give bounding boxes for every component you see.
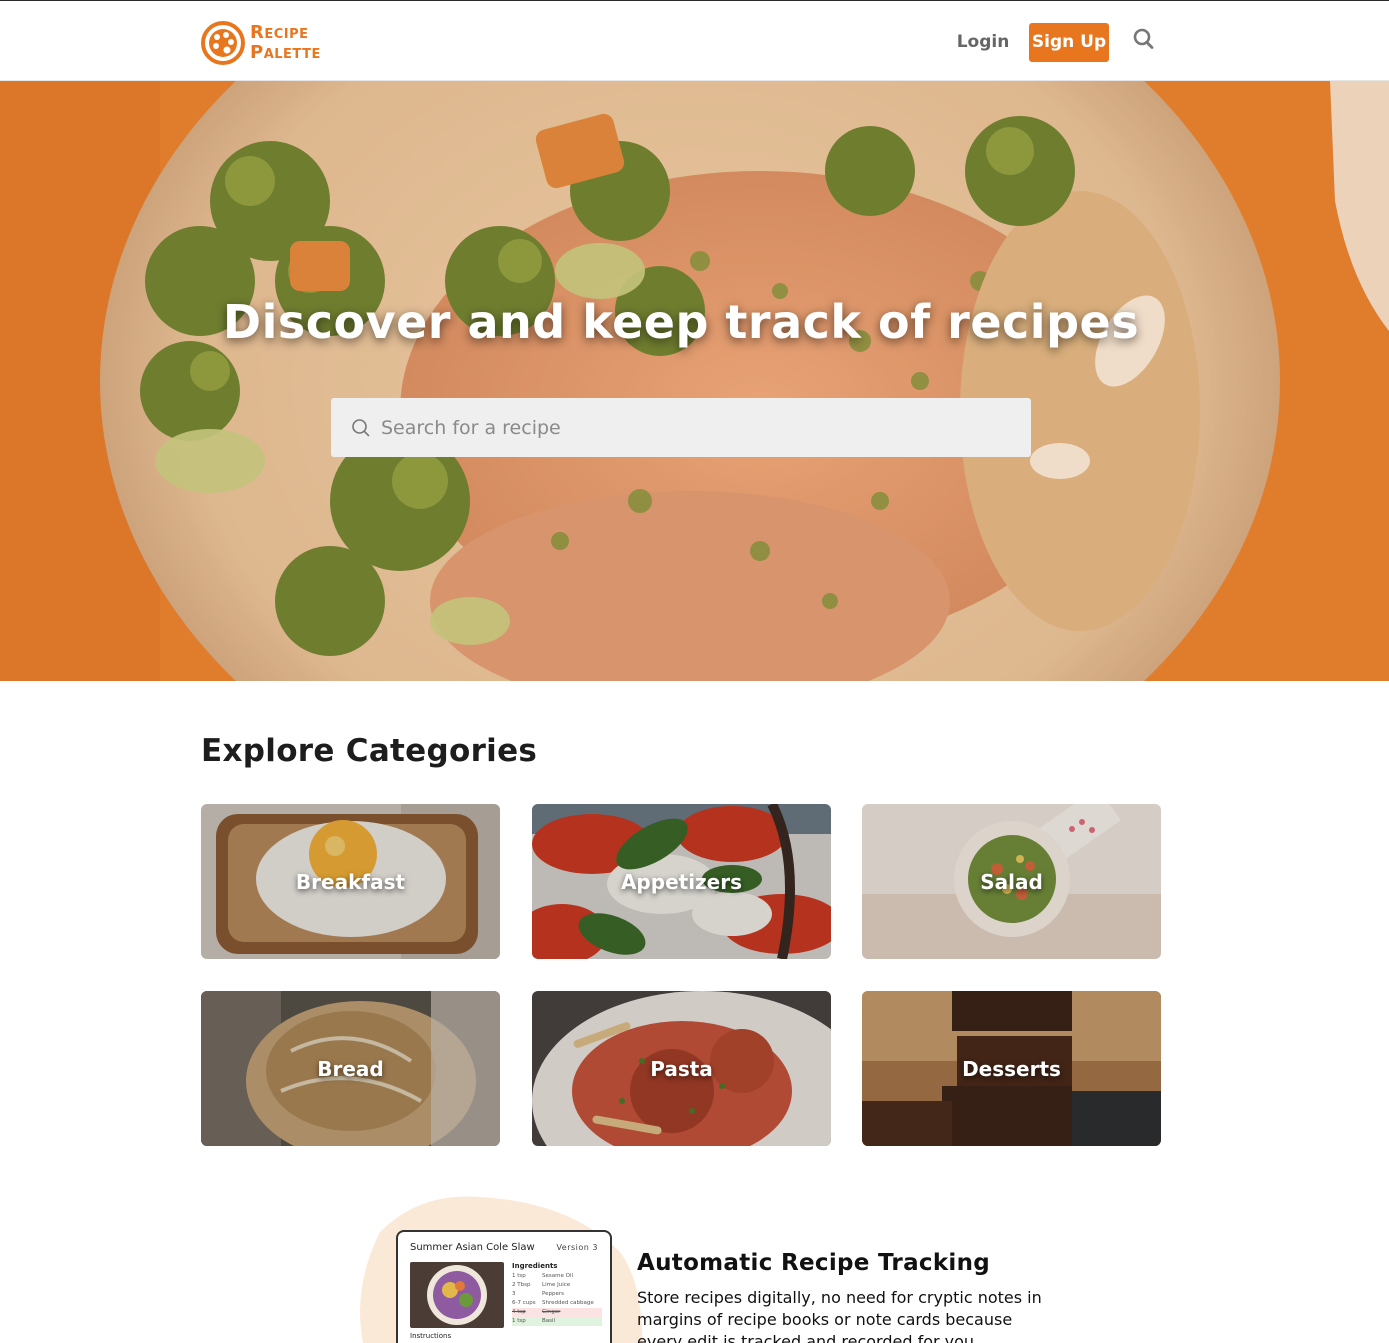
ingredient-row: 2 Tbsp Lime Juice <box>512 1282 571 1288</box>
coleslaw-image <box>410 1262 504 1328</box>
hero-search-bar[interactable] <box>331 398 1031 457</box>
preview-recipe-title: Summer Asian Cole Slaw <box>410 1242 535 1253</box>
search-icon[interactable] <box>1131 25 1157 53</box>
ingredient-row: 6-7 cups Shredded cabbage <box>512 1300 594 1306</box>
logo[interactable]: Recipe Palette <box>200 19 321 67</box>
preview-ingredient-list: 1 tsp Sesame Oil 2 Tbsp Lime Juice 3 Pepper… <box>512 1272 602 1326</box>
ingredient-row-added: 1 tsp Basil <box>512 1317 602 1326</box>
category-card-bread[interactable]: Bread <box>201 991 500 1146</box>
site-header: Recipe Palette Login Sign Up <box>0 1 1389 81</box>
hero-title: Discover and keep track of recipes <box>222 295 1140 349</box>
preview-version: Version 3 <box>556 1243 598 1252</box>
ingredient-row: 3 Peppers <box>512 1291 564 1297</box>
preview-ingredients-label: Ingredients <box>512 1262 558 1270</box>
category-card-appetizers[interactable]: Appetizers <box>532 804 831 959</box>
search-icon <box>352 418 370 436</box>
ingredient-row: 1 tsp Sesame Oil <box>512 1273 573 1279</box>
category-label: Breakfast <box>295 869 406 894</box>
login-link[interactable]: Login <box>950 23 1016 61</box>
logo-text-line1: Recipe <box>250 22 309 43</box>
category-card-salad[interactable]: Salad <box>862 804 1161 959</box>
hero-food-image <box>0 81 1389 681</box>
logo-text-line2: Palette <box>250 42 321 63</box>
category-card-breakfast[interactable]: Breakfast <box>201 804 500 959</box>
feature-description: Store recipes digitally, no need for cry… <box>637 1288 1042 1343</box>
recipe-search-input[interactable] <box>381 416 1001 439</box>
ingredient-row-deleted: 4 tsp Ginger <box>512 1308 602 1317</box>
category-card-pasta[interactable]: Pasta <box>532 991 831 1146</box>
palette-logo-icon <box>201 21 245 65</box>
categories-heading: Explore Categories <box>201 733 538 769</box>
category-label: Pasta <box>650 1056 713 1081</box>
signup-button[interactable]: Sign Up <box>1029 23 1109 62</box>
category-label: Bread <box>317 1056 384 1081</box>
hero-section: Discover and keep track of recipes <box>0 81 1389 681</box>
category-label: Appetizers <box>620 869 743 894</box>
category-label: Salad <box>980 869 1043 894</box>
preview-instructions-label: Instructions <box>410 1332 452 1340</box>
category-card-desserts[interactable]: Desserts <box>862 991 1161 1146</box>
category-label: Desserts <box>962 1056 1061 1081</box>
feature-title: Automatic Recipe Tracking <box>637 1250 991 1276</box>
recipe-preview-device: Summer Asian Cole Slaw Version 3 Ingredi… <box>396 1230 612 1343</box>
